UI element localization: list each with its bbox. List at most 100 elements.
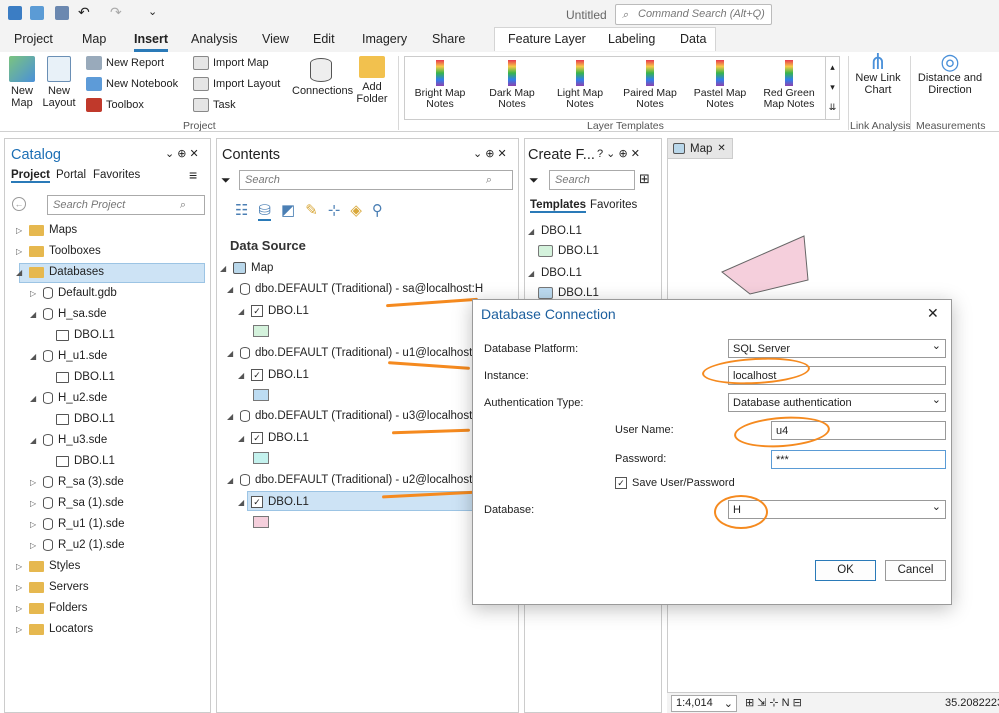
contents-search-input[interactable]: Search ⌕ xyxy=(239,170,513,190)
symbol-swatch[interactable] xyxy=(253,452,269,464)
tab-favorites[interactable]: Favorites xyxy=(590,199,637,211)
tree-item-h-sa-sde[interactable]: ◢ H_sa.sde xyxy=(30,308,107,320)
back-icon[interactable]: ← xyxy=(12,197,26,211)
tab-edit[interactable]: Edit xyxy=(313,32,335,46)
toolbox-button[interactable]: Toolbox xyxy=(86,98,144,112)
template-group-dbo-l1[interactable]: ◢ DBO.L1 xyxy=(528,225,582,237)
tree-item-r-u2-1-sde[interactable]: ▷ R_u2 (1).sde xyxy=(30,539,124,551)
template-group-dbo-l1[interactable]: ◢ DBO.L1 xyxy=(528,267,582,279)
data-source-sa[interactable]: ◢ dbo.DEFAULT (Traditional) - sa@localhos… xyxy=(227,283,483,295)
menu-icon[interactable]: ≡ xyxy=(189,167,197,183)
pane-options-icon[interactable]: ⌄ ⊕ ✕ xyxy=(473,147,507,160)
data-source-u2[interactable]: ◢ dbo.DEFAULT (Traditional) - u2@localhos… xyxy=(227,474,484,486)
visibility-checkbox[interactable]: ✓ xyxy=(251,432,263,444)
symbol-swatch[interactable] xyxy=(253,325,269,337)
tree-item-dbo-l1[interactable]: DBO.L1 xyxy=(56,371,115,383)
tab-insert[interactable]: Insert xyxy=(134,32,169,52)
catalog-tab-portal[interactable]: Portal xyxy=(56,169,86,181)
template-dark-map-notes[interactable]: Dark Map Notes xyxy=(484,60,540,110)
tree-item-default-gdb[interactable]: ▷ Default.gdb xyxy=(30,287,117,299)
tree-item-maps[interactable]: ▷ Maps xyxy=(16,224,77,236)
tree-item-h-u3-sde[interactable]: ◢ H_u3.sde xyxy=(30,434,107,446)
drawing-order-icon[interactable]: ☷ xyxy=(235,201,248,221)
password-input[interactable]: *** xyxy=(771,450,946,469)
filter-icon[interactable]: ⏷ xyxy=(529,173,539,188)
template-pastel-map-notes[interactable]: Pastel Map Notes xyxy=(692,60,748,110)
tree-item-dbo-l1[interactable]: DBO.L1 xyxy=(56,455,115,467)
tab-templates[interactable]: Templates xyxy=(530,199,587,213)
task-button[interactable]: Task xyxy=(193,98,236,112)
template-bright-map-notes[interactable]: Bright Map Notes xyxy=(412,60,468,110)
tab-feature-layer[interactable]: Feature Layer xyxy=(508,32,586,46)
tree-item-h-u1-sde[interactable]: ◢ H_u1.sde xyxy=(30,350,107,362)
tree-item-dbo-l1[interactable]: DBO.L1 xyxy=(56,413,115,425)
tree-item-dbo-l1[interactable]: DBO.L1 xyxy=(56,329,115,341)
template-item-dbo-l1[interactable]: DBO.L1 xyxy=(538,287,599,299)
redo-icon[interactable]: ↷ xyxy=(110,4,122,21)
new-map-button[interactable]: New Map xyxy=(6,56,38,109)
checkbox-checked[interactable]: ✓ xyxy=(615,477,627,489)
tab-data[interactable]: Data xyxy=(680,32,706,46)
symbol-swatch[interactable] xyxy=(253,389,269,401)
visibility-checkbox[interactable]: ✓ xyxy=(251,496,263,508)
template-red-green-map-notes[interactable]: Red Green Map Notes xyxy=(761,60,817,110)
distance-direction-button[interactable]: ◎ Distance and Direction xyxy=(914,51,986,97)
tree-item-map[interactable]: ◢ Map xyxy=(220,262,273,274)
navigation-tools-icon[interactable]: ⊞⇲⊹N⊟ xyxy=(745,696,805,709)
tree-item-toolboxes[interactable]: ▷ Toolboxes xyxy=(16,245,101,257)
layer-dbo-l1-u2[interactable]: ◢ ✓ DBO.L1 xyxy=(238,496,309,508)
tab-share[interactable]: Share xyxy=(432,32,465,46)
tree-item-r-sa-3-sde[interactable]: ▷ R_sa (3).sde xyxy=(30,476,124,488)
tree-item-styles[interactable]: ▷ Styles xyxy=(16,560,80,572)
tree-item-r-sa-1-sde[interactable]: ▷ R_sa (1).sde xyxy=(30,497,124,509)
selection-icon[interactable]: ◩ xyxy=(281,201,295,221)
new-layout-button[interactable]: New Layout xyxy=(40,56,78,109)
layer-dbo-l1-sa[interactable]: ◢ ✓ DBO.L1 xyxy=(238,305,309,317)
snapping-icon[interactable]: ⊹ xyxy=(328,201,341,221)
pane-options-icon[interactable]: ⌄ ⊕ ✕ xyxy=(165,147,199,160)
catalog-tab-project[interactable]: Project xyxy=(11,169,50,183)
open-project-icon[interactable] xyxy=(30,6,44,20)
pane-options-icon[interactable]: ? ⌄ ⊕ ✕ xyxy=(597,147,640,160)
tab-map[interactable]: Map xyxy=(82,32,106,46)
template-paired-map-notes[interactable]: Paired Map Notes xyxy=(622,60,678,110)
gallery-scroll[interactable]: ▴ ▾ ⇊ xyxy=(825,57,839,119)
perspective-icon[interactable]: ⚲ xyxy=(372,201,383,221)
tree-item-folders[interactable]: ▷ Folders xyxy=(16,602,87,614)
new-link-chart-button[interactable]: ⋔ New Link Chart xyxy=(854,51,902,97)
tree-item-r-u1-1-sde[interactable]: ▷ R_u1 (1).sde xyxy=(30,518,124,530)
tab-imagery[interactable]: Imagery xyxy=(362,32,407,46)
customize-toolbar-icon[interactable]: ⌄ xyxy=(148,5,157,18)
tab-analysis[interactable]: Analysis xyxy=(191,32,238,46)
connections-button[interactable]: Connections xyxy=(292,58,353,97)
save-credentials-checkbox[interactable]: ✓ Save User/Password xyxy=(615,477,735,489)
tree-item-servers[interactable]: ▷ Servers xyxy=(16,581,89,593)
create-features-search-input[interactable]: Search xyxy=(549,170,635,190)
data-source-icon[interactable]: ⛁ xyxy=(258,201,272,221)
tree-item-locators[interactable]: ▷ Locators xyxy=(16,623,93,635)
close-icon[interactable]: ✕ xyxy=(927,305,939,322)
cancel-button[interactable]: Cancel xyxy=(885,560,946,581)
template-item-dbo-l1[interactable]: DBO.L1 xyxy=(538,245,599,257)
editing-icon[interactable]: ✎ xyxy=(305,201,318,221)
tab-project[interactable]: Project xyxy=(14,32,53,46)
template-light-map-notes[interactable]: Light Map Notes xyxy=(552,60,608,110)
tab-labeling[interactable]: Labeling xyxy=(608,32,655,46)
map-view-tab[interactable]: Map ✕ xyxy=(667,138,733,159)
data-source-u3[interactable]: ◢ dbo.DEFAULT (Traditional) - u3@localhos… xyxy=(227,410,484,422)
ok-button[interactable]: OK xyxy=(815,560,876,581)
manage-templates-icon[interactable]: ⊞ xyxy=(639,171,650,187)
auth-type-select[interactable]: Database authentication xyxy=(728,393,946,412)
import-layout-button[interactable]: Import Layout xyxy=(193,77,280,91)
visibility-checkbox[interactable]: ✓ xyxy=(251,305,263,317)
tree-item-h-u2-sde[interactable]: ◢ H_u2.sde xyxy=(30,392,107,404)
close-icon[interactable]: ✕ xyxy=(717,143,725,154)
command-search-input[interactable]: ⌕ Command Search (Alt+Q) xyxy=(615,4,772,25)
import-map-button[interactable]: Import Map xyxy=(193,56,269,70)
data-source-u1[interactable]: ◢ dbo.DEFAULT (Traditional) - u1@localhos… xyxy=(227,347,484,359)
undo-icon[interactable]: ↶ xyxy=(78,4,90,21)
map-polygon[interactable] xyxy=(718,232,810,296)
new-notebook-button[interactable]: New Notebook xyxy=(86,77,178,91)
tab-view[interactable]: View xyxy=(262,32,289,46)
save-icon[interactable] xyxy=(55,6,69,20)
